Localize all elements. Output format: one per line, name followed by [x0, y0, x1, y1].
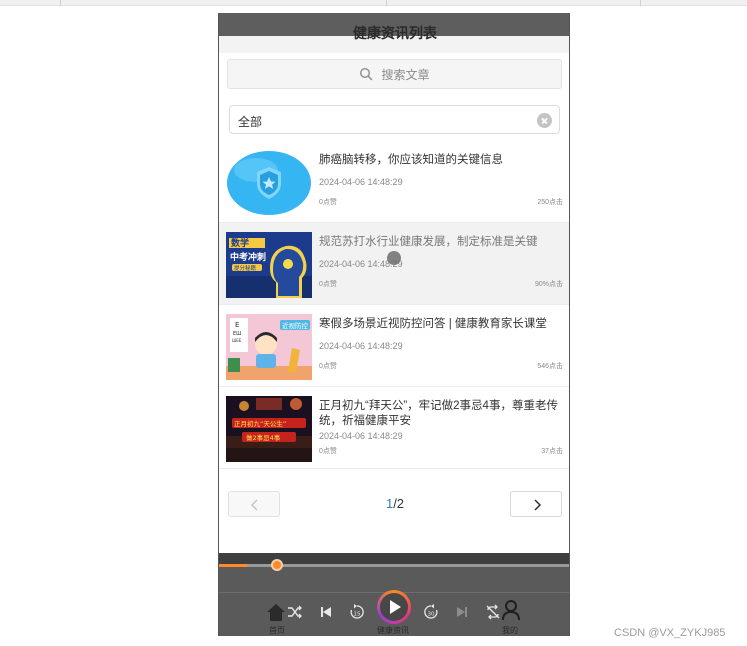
thumb-text: 正月初九“天公生”: [234, 419, 286, 428]
pagination: 1/2: [219, 491, 569, 517]
touch-cursor: [387, 251, 401, 265]
page-title: 健康资讯列表: [353, 25, 437, 41]
article-clicks: 250点击: [537, 199, 563, 206]
article-clicks: 90%点击: [534, 281, 563, 288]
watermark: CSDN @VX_ZYKJ985: [614, 627, 726, 639]
article-item[interactable]: E ЕШ ШЕЕ 近视防控 寒假多场景近视防控问答 | 健康教育家长课堂 202…: [219, 305, 569, 387]
thumb-text: 提分秘籍: [234, 264, 257, 272]
search-icon: [360, 67, 373, 81]
article-likes: 0点赞: [319, 448, 337, 455]
total-pages: /2: [393, 496, 405, 511]
shield-badge-icon: [226, 150, 312, 216]
phone-frame: 健康资讯列表 搜索文章 全部 肺癌脑转移，你应该知道的关键信息 2024-04-…: [218, 13, 570, 636]
article-item[interactable]: 肺癌脑转移，你应该知道的关键信息 2024-04-06 14:48:29 0点赞…: [219, 141, 569, 223]
chevron-right-icon: [534, 499, 542, 511]
article-clicks: 546点击: [537, 363, 563, 370]
tab-health-news[interactable]: 健康资讯: [377, 625, 409, 636]
search-placeholder: 搜索文章: [381, 67, 430, 82]
svg-text:E: E: [235, 321, 239, 329]
article-time: 2024-04-06 14:48:29: [319, 177, 403, 187]
browser-top-strip: [0, 0, 747, 6]
forward-30-icon[interactable]: 30: [423, 601, 439, 623]
article-title: 正月初九“拜天公”，牢记做2事忌4事，尊重老传统，祈福健康平安: [319, 400, 558, 427]
article-likes: 0点赞: [319, 199, 337, 206]
svg-text:30: 30: [428, 612, 435, 618]
thumb-text: 做2事忌4事: [246, 433, 281, 442]
article-thumbnail: E ЕШ ШЕЕ 近视防控: [226, 314, 312, 380]
thumb-text: 近视防控: [282, 321, 309, 330]
article-list: 肺癌脑转移，你应该知道的关键信息 2024-04-06 14:48:29 0点赞…: [219, 141, 569, 469]
article-item[interactable]: 数学 中考冲刺 提分秘籍 规范苏打水行业健康发展，制定标准是关键 2024-04…: [219, 223, 569, 305]
article-clicks: 37点击: [541, 448, 563, 455]
article-title: 寒假多场景近视防控问答 | 健康教育家长课堂: [319, 318, 547, 330]
tab-mine[interactable]: 我的: [502, 625, 518, 636]
strip-separator: [60, 0, 61, 6]
article-thumbnail: [226, 150, 312, 216]
user-icon[interactable]: [501, 599, 521, 621]
play-icon: [390, 600, 401, 614]
next-track-icon[interactable]: [455, 601, 469, 623]
next-page-button[interactable]: [510, 491, 562, 517]
tab-home[interactable]: 首页: [269, 625, 285, 636]
strip-separator: [386, 0, 387, 6]
home-icon[interactable]: [265, 601, 287, 623]
article-likes: 0点赞: [319, 281, 337, 288]
article-time: 2024-04-06 14:48:29: [319, 431, 403, 441]
brain-poster-image: 数学 中考冲刺 提分秘籍: [226, 232, 312, 298]
strip-separator: [640, 0, 641, 6]
article-time: 2024-04-06 14:48:29: [319, 341, 403, 351]
svg-text:ШЕЕ: ШЕЕ: [232, 338, 242, 343]
article-title: 肺癌脑转移，你应该知道的关键信息: [319, 154, 503, 166]
eye-chart-kid-image: E ЕШ ШЕЕ 近视防控: [226, 314, 312, 380]
search-bar[interactable]: 搜索文章: [227, 59, 562, 89]
progress-fill: [219, 564, 248, 567]
thumb-text: 数学: [231, 237, 249, 249]
article-item[interactable]: 正月初九“天公生” 做2事忌4事 正月初九“拜天公”，牢记做2事忌4事，尊重老传…: [219, 387, 569, 469]
filter-value: 全部: [238, 115, 263, 129]
article-title: 规范苏打水行业健康发展，制定标准是关键: [319, 236, 538, 248]
shuffle-icon[interactable]: [287, 601, 303, 623]
article-thumbnail: 数学 中考冲刺 提分秘籍: [226, 232, 312, 298]
play-button[interactable]: [377, 590, 411, 624]
category-filter-select[interactable]: 全部: [229, 105, 560, 134]
svg-text:15: 15: [354, 612, 361, 618]
article-thumbnail: 正月初九“天公生” 做2事忌4事: [226, 396, 312, 462]
temple-night-image: 正月初九“天公生” 做2事忌4事: [226, 396, 312, 462]
progress-slider[interactable]: [219, 559, 569, 571]
play-button-core: [380, 593, 408, 621]
article-likes: 0点赞: [319, 363, 337, 370]
repeat-off-icon[interactable]: [485, 601, 501, 623]
previous-track-icon[interactable]: [319, 601, 333, 623]
clear-icon[interactable]: [537, 113, 552, 128]
thumb-text: 中考冲刺: [230, 251, 266, 263]
rewind-15-icon[interactable]: 15: [349, 601, 365, 623]
svg-text:ЕШ: ЕШ: [233, 331, 242, 337]
